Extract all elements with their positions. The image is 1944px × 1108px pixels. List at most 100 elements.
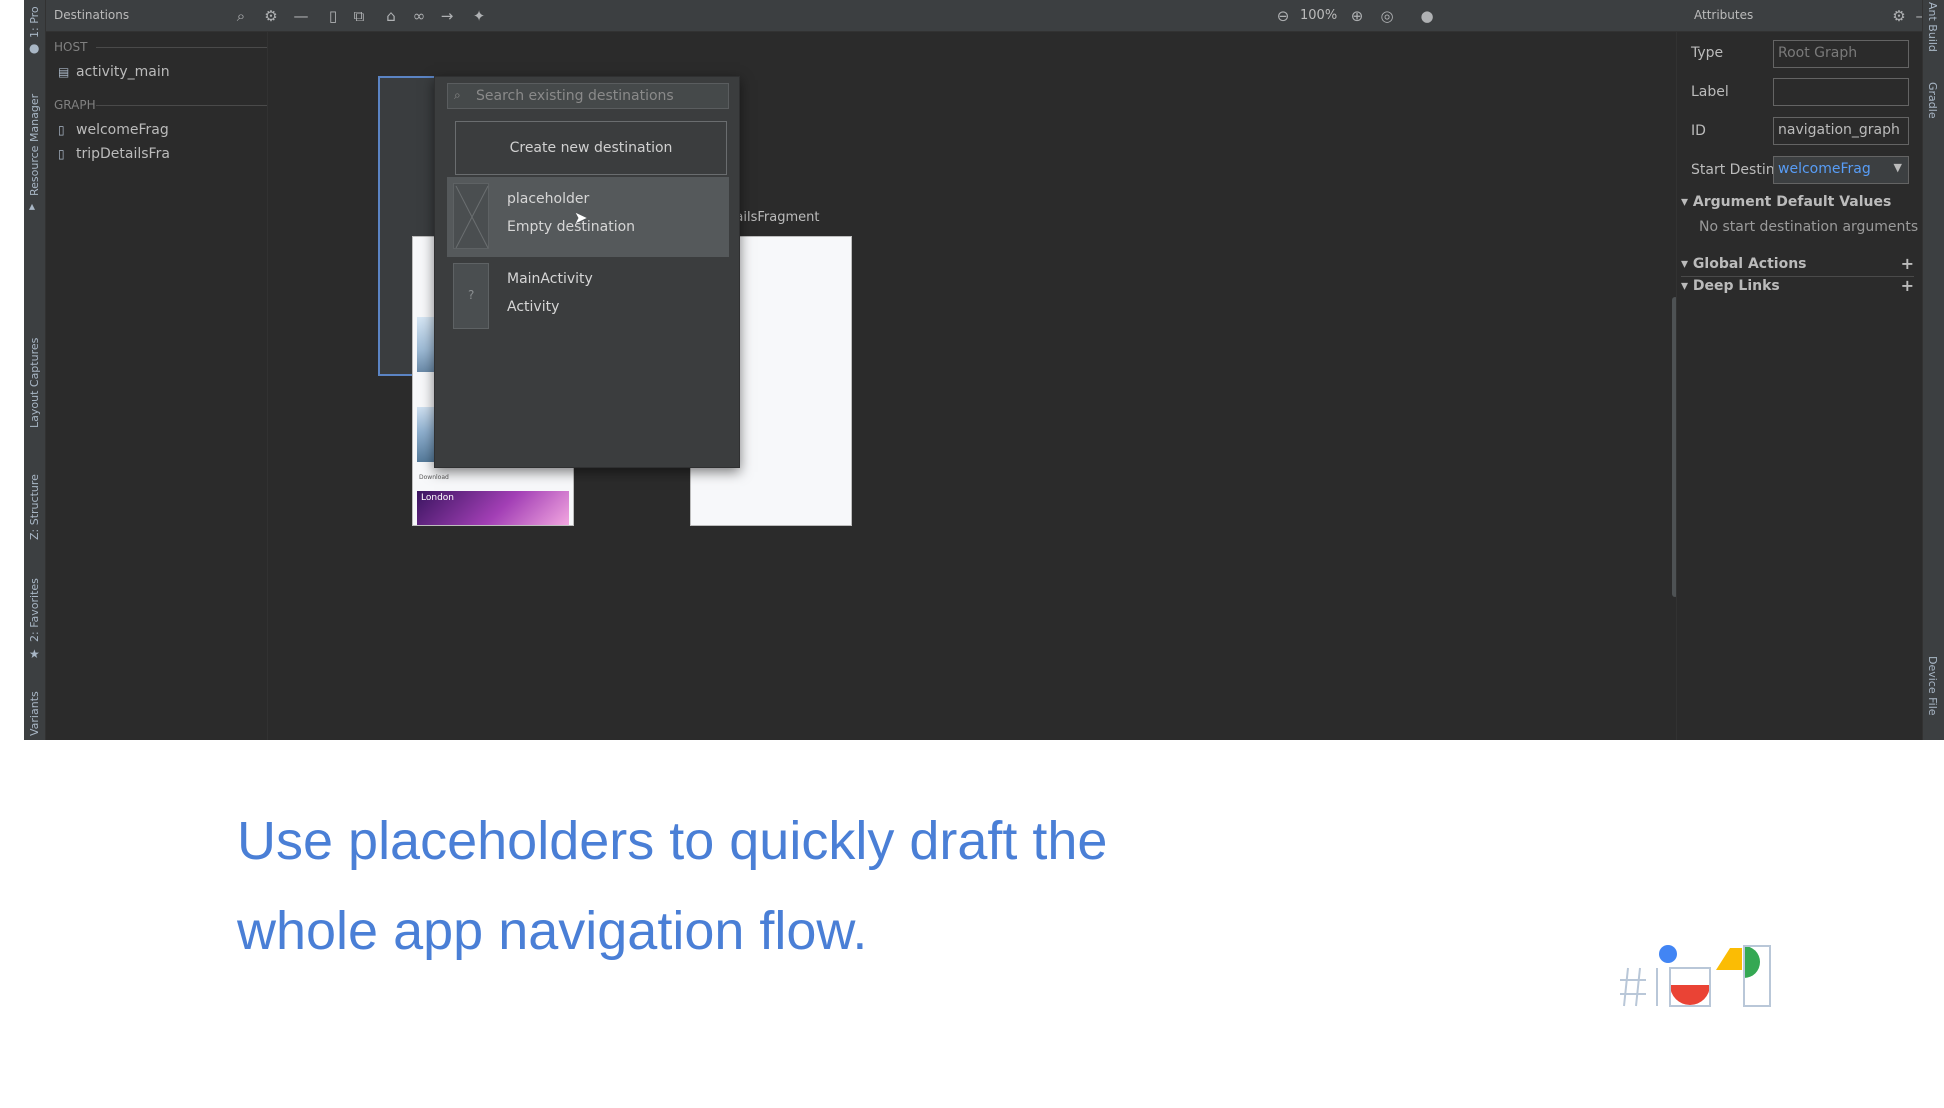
empty-placeholder-icon	[455, 185, 489, 249]
chevron-down-icon: ▼	[1893, 161, 1902, 174]
caption-line-1: Use placeholders to quickly draft the	[237, 811, 1108, 871]
tab-label: Resource Manager	[28, 93, 41, 196]
new-destination-icon[interactable]: ▯	[322, 5, 344, 27]
triangle-down-icon: ▾	[1681, 278, 1693, 294]
argument-note: No start destination arguments	[1699, 219, 1919, 235]
home-icon[interactable]: ⌂	[380, 5, 402, 27]
activity-thumbnail: ?	[453, 263, 489, 329]
add-deep-link-icon[interactable]: +	[1901, 276, 1914, 295]
google-io-logo	[1620, 945, 1771, 1007]
label-field[interactable]	[1773, 78, 1909, 106]
triangle-down-icon: ▾	[1681, 194, 1693, 210]
divider	[96, 47, 267, 48]
deep-links-section[interactable]: ▾ Deep Links +	[1681, 276, 1914, 295]
nested-graph-icon[interactable]: ⧉	[348, 5, 370, 27]
id-field[interactable]: navigation_graph	[1773, 117, 1909, 145]
action-arrow-icon[interactable]: →	[436, 5, 458, 27]
host-header: HOST	[54, 40, 88, 54]
zoom-level: 100%	[1300, 8, 1338, 23]
collapse-icon[interactable]: —	[290, 5, 312, 27]
blue-dot-shape	[1659, 945, 1677, 963]
london-label: London	[421, 493, 454, 503]
section-title: Argument Default Values	[1692, 194, 1892, 210]
resource-icon: ▴	[29, 199, 36, 213]
tab-label: Device File	[1926, 656, 1939, 716]
section-title: Global Actions	[1692, 256, 1807, 272]
android-studio-window: 1: Pro ● Resource Manager ▴ Layout Captu…	[24, 0, 1944, 740]
layout-file-icon: ▤	[58, 65, 70, 79]
destinations-panel: HOST ▤ activity_main GRAPH ▯ welcomeFrag ▯…	[46, 32, 268, 740]
divider	[1681, 276, 1914, 277]
create-new-destination-button[interactable]: Create new destination	[455, 121, 727, 175]
tab-label: Layout Captures	[28, 337, 41, 428]
navigation-canvas[interactable]: Download London tripDetailsFragment trip…	[268, 32, 1678, 740]
ide-screenshot: 1: Pro ● Resource Manager ▴ Layout Captu…	[0, 0, 1944, 740]
section-title: Deep Links	[1692, 278, 1780, 294]
destination-item-mainactivity[interactable]: ? MainActivity Activity	[447, 257, 729, 337]
download-text: Download	[419, 474, 449, 481]
destination-name: MainActivity	[507, 271, 593, 287]
host-item[interactable]: ▤ activity_main	[58, 64, 170, 80]
left-tool-strip: 1: Pro ● Resource Manager ▴ Layout Captu…	[24, 0, 46, 740]
zoom-fit-icon[interactable]: ◎	[1376, 5, 1398, 27]
warning-icon[interactable]: ●	[1416, 5, 1438, 27]
host-item-label: activity_main	[76, 64, 170, 80]
fragment-icon: ▯	[58, 123, 65, 137]
search-box[interactable]: ⌕	[447, 83, 729, 109]
green-shape	[1744, 946, 1760, 978]
graph-item-label: tripDetailsFra	[76, 146, 170, 162]
search-input[interactable]	[476, 87, 724, 105]
destination-type: Activity	[507, 299, 560, 315]
tab-label: Ant Build	[1926, 2, 1939, 52]
slide-caption: Use placeholders to quickly draft the wh…	[237, 796, 1337, 976]
yellow-shape	[1716, 948, 1742, 970]
tab-resource-manager[interactable]: Resource Manager	[24, 94, 46, 316]
label-label: Label	[1691, 84, 1729, 100]
new-destination-popup: ⌕ Create new destination placeholder Emp…	[434, 76, 740, 468]
top-toolbar: Destinations ⌕ ⚙ — ▯ ⧉ ⌂ ∞ → ✦ ⊖ 100% ⊕ …	[46, 0, 1931, 32]
destination-type: Empty destination	[507, 219, 636, 235]
tab-label: Z: Structure	[28, 474, 41, 540]
tab-gradle[interactable]: Gradle	[1923, 82, 1944, 142]
question-icon: ?	[468, 288, 475, 302]
tab-device-file[interactable]: Device File	[1923, 656, 1944, 740]
star-icon: ★	[29, 647, 40, 661]
global-actions-section[interactable]: ▾ Global Actions +	[1681, 254, 1914, 273]
divider	[96, 105, 267, 106]
hash-icon	[1620, 967, 1646, 1007]
graph-item-label: welcomeFrag	[76, 122, 169, 138]
zoom-out-icon[interactable]: ⊖	[1272, 5, 1294, 27]
triangle-down-icon: ▾	[1681, 256, 1693, 272]
destination-item-placeholder[interactable]: placeholder Empty destination	[447, 177, 729, 257]
mouse-cursor-icon: ➤	[574, 208, 588, 227]
destinations-title: Destinations	[54, 8, 130, 22]
android-icon: ●	[29, 41, 40, 55]
tab-ant-build[interactable]: Ant Build	[1923, 2, 1944, 62]
auto-arrange-icon[interactable]: ✦	[468, 5, 490, 27]
red-half-circle-shape	[1670, 985, 1710, 1005]
placeholder-thumbnail	[453, 183, 489, 249]
tab-label: 1: Pro	[28, 6, 41, 38]
attributes-title: Attributes	[1694, 8, 1754, 22]
graph-item-tripdetails[interactable]: ▯ tripDetailsFra	[58, 146, 170, 162]
tab-label: 2: Favorites	[28, 578, 41, 642]
destination-name: placeholder	[507, 191, 590, 207]
gear-icon[interactable]: ⚙	[260, 5, 282, 27]
add-global-action-icon[interactable]: +	[1901, 254, 1914, 273]
caption-line-2: whole app navigation flow.	[237, 901, 868, 961]
link-icon[interactable]: ∞	[408, 5, 430, 27]
search-icon[interactable]: ⌕	[230, 5, 252, 27]
type-label: Type	[1691, 45, 1724, 61]
start-destination-dropdown[interactable]: welcomeFrag ▼	[1773, 156, 1909, 184]
search-icon: ⌕	[454, 88, 461, 102]
argument-default-values-section[interactable]: ▾ Argument Default Values	[1681, 194, 1914, 210]
zoom-in-icon[interactable]: ⊕	[1346, 5, 1368, 27]
graph-item-welcome[interactable]: ▯ welcomeFrag	[58, 122, 169, 138]
right-tool-strip: Ant Build Gradle Device File	[1922, 0, 1944, 740]
tab-variants[interactable]: Variants	[24, 691, 46, 740]
graph-header: GRAPH	[54, 98, 96, 112]
settings-gear-icon[interactable]: ⚙	[1888, 5, 1910, 27]
id-label: ID	[1691, 123, 1706, 139]
type-field: Root Graph	[1773, 40, 1909, 68]
attributes-panel: Type Root Graph Label ID navigation_grap…	[1676, 32, 1922, 740]
